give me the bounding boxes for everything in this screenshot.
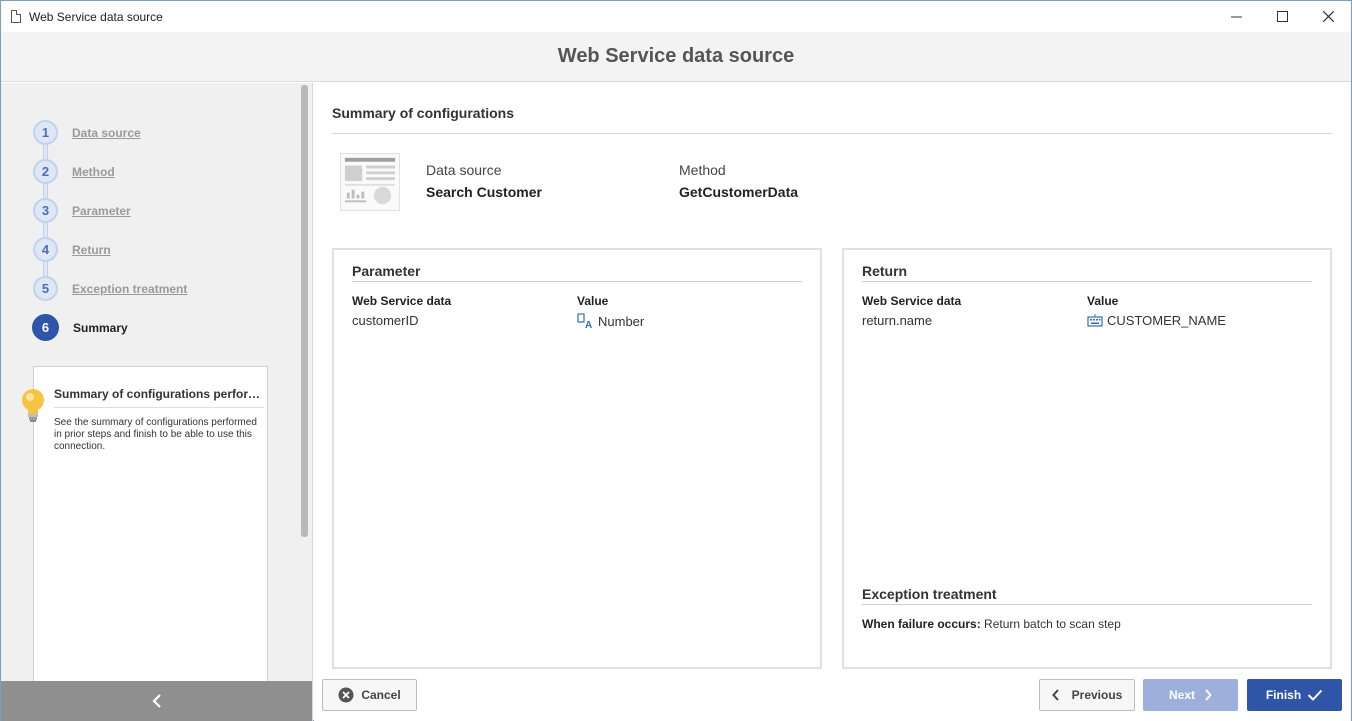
step-label[interactable]: Method: [72, 165, 115, 179]
return-panel: Return Web Service data Value return.nam…: [842, 248, 1332, 669]
step-label[interactable]: Data source: [72, 126, 141, 140]
return-data: return.name: [862, 313, 933, 328]
dialog-window: Web Service data source Web Service data…: [0, 0, 1352, 721]
parameter-title: Parameter: [352, 263, 421, 279]
exception-label: When failure occurs:: [862, 617, 981, 631]
step-number: 3: [33, 198, 58, 223]
step-number: 1: [33, 120, 58, 145]
divider: [352, 281, 802, 282]
divider: [332, 133, 1332, 134]
window-title: Web Service data source: [29, 9, 163, 24]
step-number: 5: [33, 276, 58, 301]
next-label: Next: [1168, 688, 1195, 702]
dialog-heading: Web Service data source: [557, 45, 795, 67]
summary-title: Summary of configurations: [332, 105, 515, 121]
previous-button[interactable]: Previous: [1039, 679, 1135, 711]
exception-title: Exception treatment: [862, 586, 997, 602]
column-header-value: Value: [577, 294, 609, 308]
exception-detail: When failure occurs: Return batch to sca…: [862, 617, 1121, 631]
step-data-source[interactable]: 1 Data source: [33, 113, 187, 152]
minimize-button[interactable]: [1213, 1, 1259, 32]
return-value-cell: CUSTOMER_NAME: [1087, 313, 1226, 328]
finish-button[interactable]: Finish: [1247, 679, 1342, 711]
parameter-value-cell: A Number: [577, 313, 644, 329]
chevron-left-icon: [1051, 689, 1059, 701]
wizard-steps: 1 Data source 2 Method 3 Parameter 4 Ret…: [32, 113, 187, 347]
sidebar-scrollbar[interactable]: [301, 85, 308, 537]
tip-text: See the summary of configurations perfor…: [54, 417, 257, 452]
step-summary: 6 Summary: [32, 308, 187, 347]
data-source-info: Data source Search Customer: [426, 162, 542, 200]
next-button[interactable]: Next: [1143, 679, 1238, 711]
return-value: CUSTOMER_NAME: [1107, 313, 1226, 328]
collapse-sidebar-button[interactable]: [1, 681, 312, 721]
document-icon: [11, 10, 21, 23]
step-label[interactable]: Return: [72, 243, 111, 257]
close-button[interactable]: [1305, 1, 1351, 32]
step-label: Summary: [73, 320, 128, 335]
previous-label: Previous: [1071, 688, 1123, 702]
step-exception-treatment[interactable]: 5 Exception treatment: [33, 269, 187, 308]
data-source-thumbnail-icon: [340, 153, 400, 211]
help-tip-box: Summary of configurations performed See …: [33, 366, 268, 686]
column-header-web-service-data: Web Service data: [862, 294, 962, 308]
dialog-header: Web Service data source: [1, 32, 1351, 82]
parameter-panel: Parameter Web Service data Value custome…: [332, 248, 822, 669]
svg-text:A: A: [585, 320, 592, 329]
window-controls: [1213, 1, 1351, 32]
close-icon: [1322, 11, 1334, 22]
parameter-data-cell: customerID: [352, 313, 418, 328]
lightbulb-icon: [22, 389, 44, 422]
wizard-sidebar: 1 Data source 2 Method 3 Parameter 4 Ret…: [1, 83, 313, 721]
step-label[interactable]: Parameter: [72, 204, 131, 218]
parameter-value: Number: [598, 313, 645, 329]
divider: [862, 281, 1312, 282]
keyboard-icon: [1087, 313, 1103, 327]
data-source-label: Data source: [426, 162, 502, 178]
field-type-icon: A: [577, 313, 592, 329]
return-data-cell: return.name: [862, 313, 932, 328]
step-label[interactable]: Exception treatment: [72, 282, 187, 296]
minimize-icon: [1230, 16, 1242, 18]
step-number: 4: [33, 237, 58, 262]
finish-label: Finish: [1265, 688, 1302, 702]
exception-value: Return batch to scan step: [984, 617, 1121, 631]
column-header-value: Value: [1087, 294, 1119, 308]
checkmark-icon: [1307, 689, 1323, 701]
step-return[interactable]: 4 Return: [33, 230, 187, 269]
chevron-right-icon: [1205, 689, 1212, 701]
chevron-left-icon: [151, 694, 161, 708]
step-parameter[interactable]: 3 Parameter: [33, 191, 187, 230]
method-info: Method GetCustomerData: [679, 162, 798, 200]
return-title: Return: [862, 263, 908, 279]
method-value: GetCustomerData: [679, 184, 799, 200]
column-header-web-service-data: Web Service data: [352, 294, 452, 308]
step-number: 6: [32, 314, 59, 341]
step-method[interactable]: 2 Method: [33, 152, 187, 191]
maximize-button[interactable]: [1259, 1, 1305, 32]
data-source-value: Search Customer: [426, 184, 542, 200]
divider: [862, 604, 1312, 605]
main-content: Summary of configurations Data source Se…: [314, 83, 1351, 721]
title-bar: Web Service data source: [1, 1, 1351, 32]
step-number: 2: [33, 159, 58, 184]
cancel-button[interactable]: Cancel: [322, 679, 417, 711]
cancel-label: Cancel: [361, 688, 401, 702]
cancel-icon: [338, 687, 354, 703]
maximize-icon: [1276, 11, 1288, 22]
parameter-data: customerID: [352, 313, 419, 328]
tip-title: Summary of configurations performed: [54, 387, 264, 408]
method-label: Method: [679, 162, 726, 178]
